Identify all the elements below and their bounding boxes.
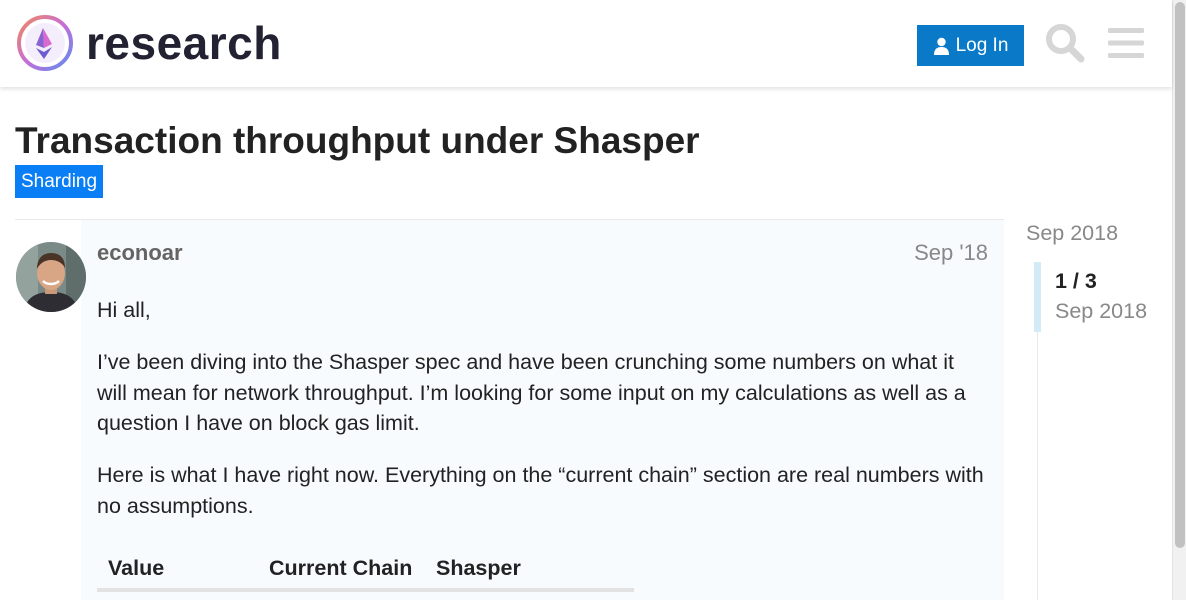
hamburger-menu-icon[interactable] xyxy=(1107,25,1145,61)
login-button-label: Log In xyxy=(955,34,1009,56)
post-date[interactable]: Sep '18 xyxy=(880,240,988,266)
login-button[interactable]: Log In xyxy=(917,25,1024,66)
table-header-current-chain: Current Chain xyxy=(269,556,413,580)
timeline-start-date[interactable]: Sep 2018 xyxy=(1026,220,1118,246)
post-paragraph: I’ve been diving into the Shasper spec a… xyxy=(97,350,966,435)
page-scrollbar[interactable] xyxy=(1172,0,1186,600)
table-header-rule xyxy=(97,588,634,592)
post-username[interactable]: econoar xyxy=(97,240,183,266)
timeline-handle[interactable] xyxy=(1034,262,1041,332)
site-header: research Log In xyxy=(0,0,1172,87)
timeline-position: 1 / 3 xyxy=(1055,269,1097,293)
avatar-image xyxy=(16,242,86,312)
user-icon xyxy=(933,37,949,55)
research-logo-icon xyxy=(17,15,73,71)
topic-title[interactable]: Transaction throughput under Shasper xyxy=(15,118,700,164)
avatar[interactable] xyxy=(16,242,86,312)
scrollbar-thumb[interactable] xyxy=(1175,2,1185,548)
search-icon[interactable] xyxy=(1045,23,1085,63)
table-header-shasper: Shasper xyxy=(436,556,521,580)
timeline-current-date: Sep 2018 xyxy=(1055,299,1148,323)
site-name: research xyxy=(86,17,282,69)
post-paragraph: Hi all, xyxy=(97,298,151,322)
post-paragraph: Here is what I have right now. Everythin… xyxy=(97,463,984,518)
table-header-value: Value xyxy=(108,556,165,580)
category-badge[interactable]: Sharding xyxy=(15,165,104,198)
site-logo[interactable]: research xyxy=(16,14,282,72)
